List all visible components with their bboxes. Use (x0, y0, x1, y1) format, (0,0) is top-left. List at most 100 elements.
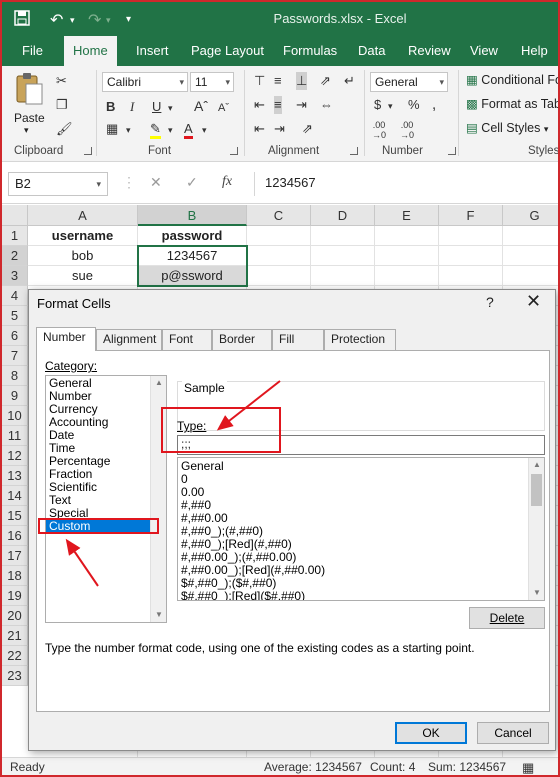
column-header-c[interactable]: C (247, 205, 311, 226)
font-color-dropdown-icon[interactable]: ▾ (202, 121, 207, 139)
row-header-22[interactable]: 22 (2, 646, 28, 666)
cell-b2[interactable]: 1234567 (138, 246, 247, 266)
wrap-text-icon[interactable]: ↵ (344, 72, 355, 90)
clipboard-launcher-icon[interactable] (84, 147, 92, 155)
row-header-7[interactable]: 7 (2, 346, 28, 366)
ok-button[interactable]: OK (395, 722, 467, 744)
cell-b3[interactable]: p@ssword (138, 266, 247, 286)
format-painter-icon[interactable]: 🖌 (56, 120, 73, 138)
row-header-17[interactable]: 17 (2, 546, 28, 566)
scroll-up-icon[interactable]: ▲ (151, 376, 166, 390)
close-icon[interactable]: ✕ (526, 291, 541, 312)
font-launcher-icon[interactable] (230, 147, 238, 155)
decrease-decimal-icon[interactable]: .00 →0 (400, 120, 414, 140)
decrease-font-icon[interactable]: Aˇ (218, 99, 229, 117)
row-header-10[interactable]: 10 (2, 406, 28, 426)
insert-function-icon[interactable]: fx (222, 174, 232, 190)
format-code-item[interactable]: #,##0 (178, 499, 544, 512)
row-header-15[interactable]: 15 (2, 506, 28, 526)
cell-a2[interactable]: bob (28, 246, 138, 266)
row-header-8[interactable]: 8 (2, 366, 28, 386)
align-center-icon[interactable]: ≡ (274, 96, 282, 114)
tab-review[interactable]: Review (406, 36, 453, 66)
tab-page-layout[interactable]: Page Layout (189, 36, 266, 66)
format-as-table-button[interactable]: ▩ Format as Tab (466, 96, 558, 111)
tab-alignment[interactable]: Alignment (96, 329, 162, 350)
format-code-item[interactable]: $#,##0_);[Red]($#,##0) (178, 590, 544, 601)
borders-icon[interactable]: ▦ (106, 120, 118, 138)
category-list[interactable]: General Number Currency Accounting Date Time P… (45, 375, 167, 623)
row-header-4[interactable]: 4 (2, 286, 28, 306)
cell-styles-button[interactable]: ▤ Cell Styles ▾ (466, 120, 548, 135)
column-header-f[interactable]: F (439, 205, 503, 226)
tab-home[interactable]: Home (64, 36, 117, 66)
top-align-icon[interactable]: ⊤ (254, 72, 265, 90)
percent-style-icon[interactable]: % (408, 96, 420, 114)
name-box[interactable]: B2 ▾ (8, 172, 108, 196)
row-header-16[interactable]: 16 (2, 526, 28, 546)
format-code-item[interactable]: General (178, 460, 544, 473)
row-header-5[interactable]: 5 (2, 306, 28, 326)
number-format-select[interactable]: General ▾ (370, 72, 448, 92)
bottom-align-icon[interactable]: ⊥ (296, 72, 308, 90)
accounting-dropdown-icon[interactable]: ▾ (388, 97, 393, 115)
alignment-launcher-icon[interactable] (350, 147, 358, 155)
decrease-indent-icon[interactable]: ⇤ (254, 120, 265, 138)
tab-formulas[interactable]: Formulas (281, 36, 339, 66)
tab-data[interactable]: Data (356, 36, 387, 66)
row-header-13[interactable]: 13 (2, 466, 28, 486)
format-scrollbar[interactable]: ▲ ▼ (528, 458, 544, 600)
tab-number[interactable]: Number (36, 327, 96, 351)
fill-color-dropdown-icon[interactable]: ▾ (168, 121, 173, 139)
select-all-corner[interactable] (2, 205, 28, 226)
cancel-button[interactable]: Cancel (477, 722, 549, 744)
format-code-list[interactable]: General 0 0.00 #,##0 #,##0.00 #,##0_);(#,##0)… (177, 457, 545, 601)
borders-dropdown-icon[interactable]: ▾ (126, 121, 131, 139)
cancel-entry-icon[interactable]: ✕ (150, 174, 162, 191)
tab-help[interactable]: Help (519, 36, 550, 66)
scroll-thumb[interactable] (531, 474, 542, 506)
merge-center-icon[interactable]: ⇔ (320, 96, 333, 114)
row-header-18[interactable]: 18 (2, 566, 28, 586)
row-header-23[interactable]: 23 (2, 666, 28, 686)
tab-font[interactable]: Font (162, 329, 212, 350)
tab-border[interactable]: Border (212, 329, 272, 350)
number-launcher-icon[interactable] (448, 147, 456, 155)
column-header-a[interactable]: A (28, 205, 138, 226)
increase-font-icon[interactable]: Aˆ (194, 97, 208, 115)
align-right-icon[interactable]: ⇥ (296, 96, 307, 114)
row-header-6[interactable]: 6 (2, 326, 28, 346)
font-color-icon[interactable]: A (184, 120, 193, 139)
font-size-select[interactable]: 11 ▾ (190, 72, 234, 92)
comma-style-icon[interactable]: , (432, 96, 436, 114)
tab-view[interactable]: View (468, 36, 500, 66)
row-header-21[interactable]: 21 (2, 626, 28, 646)
tab-protection[interactable]: Protection (324, 329, 396, 350)
type-input[interactable]: ;;; (177, 435, 545, 455)
row-header-12[interactable]: 12 (2, 446, 28, 466)
row-header-2[interactable]: 2 (2, 246, 28, 266)
cell-b1[interactable]: password (138, 226, 247, 246)
tab-fill[interactable]: Fill (272, 329, 324, 350)
help-icon[interactable]: ? (486, 294, 494, 310)
row-header-1[interactable]: 1 (2, 226, 28, 246)
scroll-up-icon[interactable]: ▲ (529, 458, 544, 472)
category-scrollbar[interactable]: ▲ ▼ (150, 376, 166, 622)
row-header-9[interactable]: 9 (2, 386, 28, 406)
delete-button[interactable]: Delete (469, 607, 545, 629)
row-header-14[interactable]: 14 (2, 486, 28, 506)
cut-icon[interactable]: ✂ (56, 72, 67, 90)
orientation-dropdown-icon[interactable]: ⇗ (302, 120, 313, 138)
category-item-custom[interactable]: Custom (46, 520, 166, 533)
format-code-item[interactable]: 0 (178, 473, 544, 486)
column-header-g[interactable]: G (503, 205, 558, 226)
column-header-e[interactable]: E (375, 205, 439, 226)
row-header-19[interactable]: 19 (2, 586, 28, 606)
scroll-down-icon[interactable]: ▼ (529, 586, 544, 600)
underline-dropdown-icon[interactable]: ▾ (168, 99, 173, 117)
formula-input[interactable]: 1234567 (254, 172, 558, 196)
column-header-b[interactable]: B (138, 205, 247, 226)
row-header-11[interactable]: 11 (2, 426, 28, 446)
confirm-entry-icon[interactable]: ✓ (186, 174, 198, 191)
column-header-d[interactable]: D (311, 205, 375, 226)
